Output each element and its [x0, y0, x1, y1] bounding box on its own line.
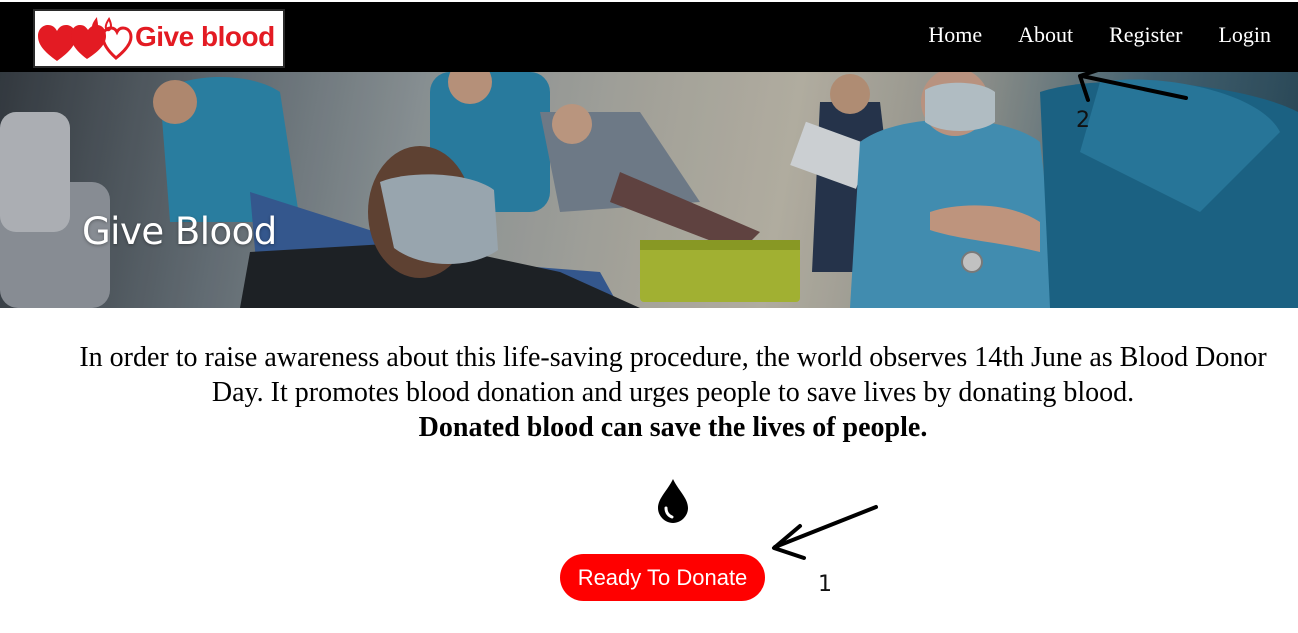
brand-logo[interactable]: Give blood — [33, 9, 285, 68]
nav-login-link[interactable]: Login — [1218, 22, 1271, 48]
hearts-logo-icon — [38, 17, 133, 61]
hero-title: Give Blood — [82, 210, 277, 253]
ready-to-donate-button[interactable]: Ready To Donate — [560, 554, 765, 601]
brand-name: Give blood — [135, 21, 275, 52]
main-nav: Home About Register Login — [928, 22, 1271, 48]
annotation-arrow-1 — [773, 505, 878, 549]
intro-text: In order to raise awareness about this l… — [79, 342, 1267, 408]
intro-paragraph: In order to raise awareness about this l… — [50, 340, 1296, 445]
nav-home-link[interactable]: Home — [928, 22, 982, 48]
annotation-number-1: 1 — [818, 572, 832, 597]
top-navbar: Give blood Home About Register Login — [0, 2, 1298, 72]
nav-register-link[interactable]: Register — [1109, 22, 1182, 48]
hero-photo-illustration — [0, 72, 1298, 308]
intro-emphasis: Donated blood can save the lives of peop… — [418, 412, 928, 443]
nav-about-link[interactable]: About — [1018, 22, 1073, 48]
annotation-arrowhead-1 — [772, 524, 806, 560]
blood-drop-icon — [658, 479, 688, 523]
hero-banner: Give Blood — [0, 72, 1298, 308]
annotation-number-2: 2 — [1076, 108, 1090, 133]
